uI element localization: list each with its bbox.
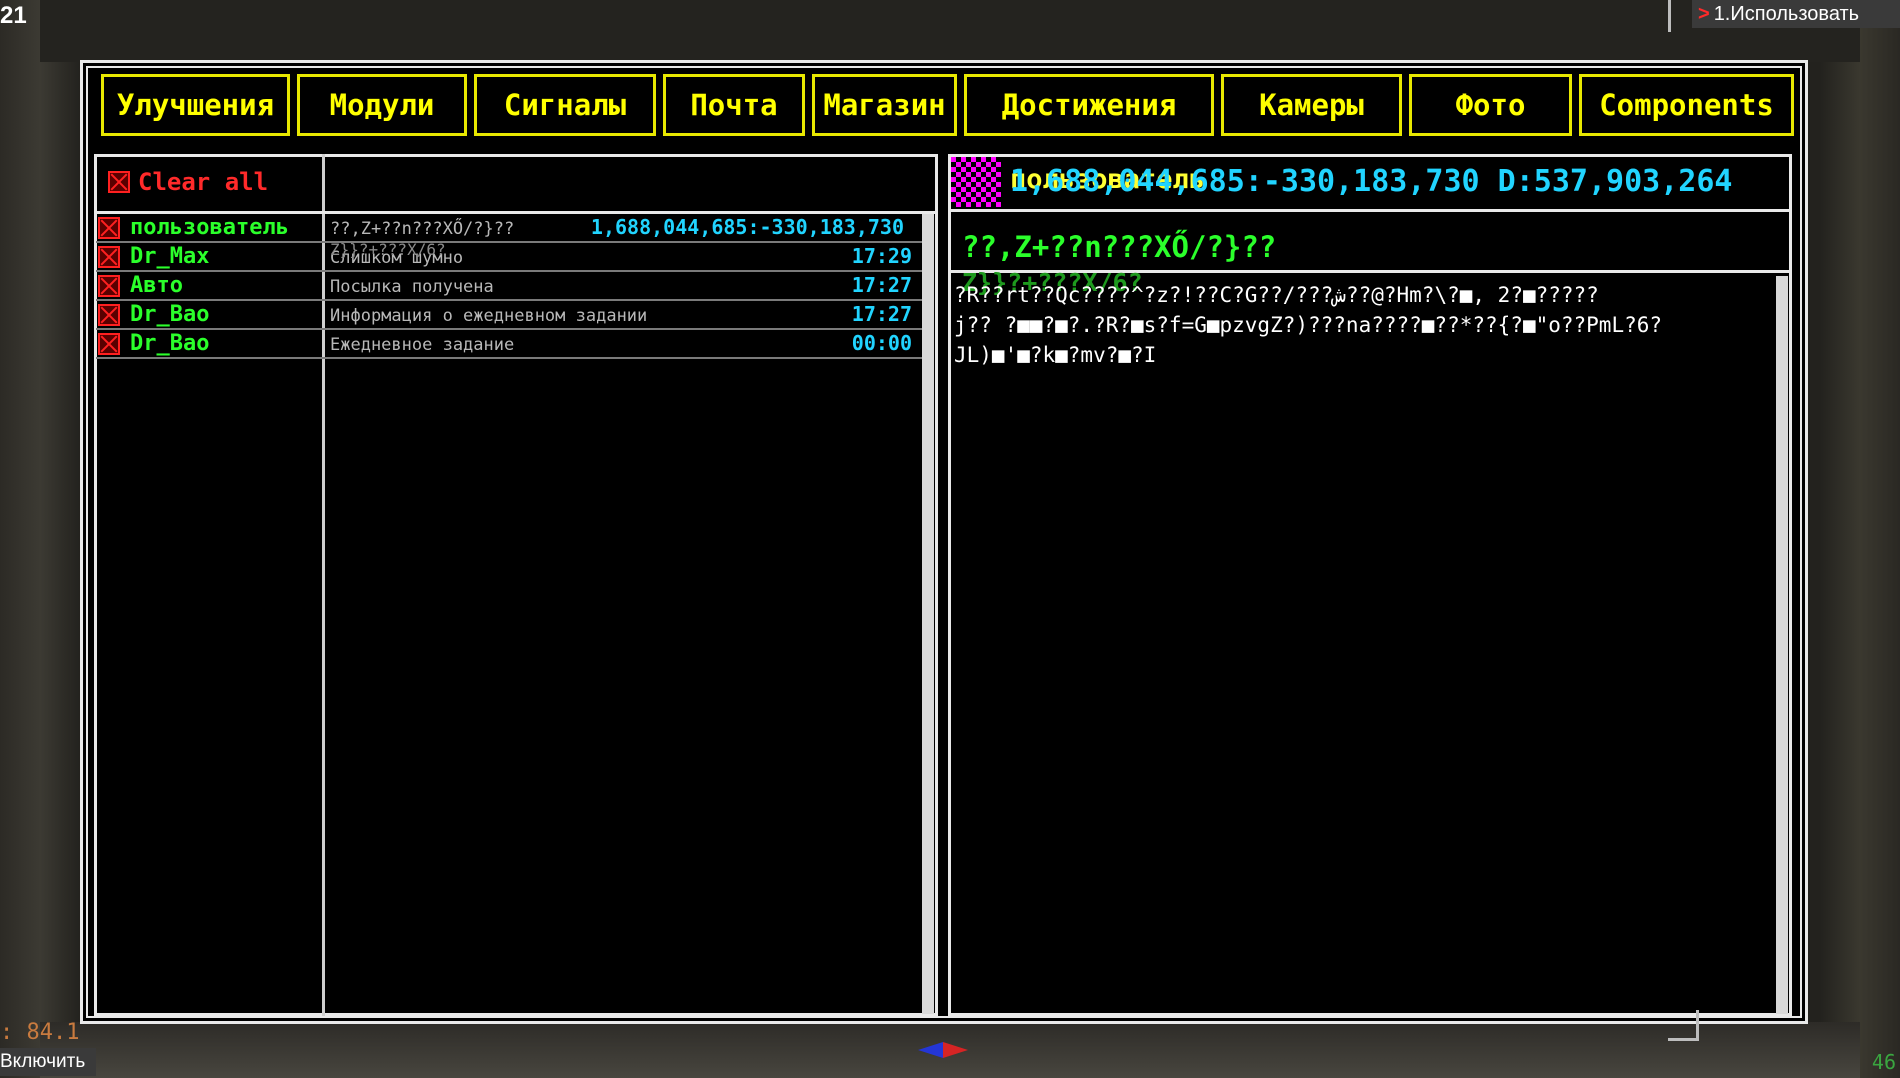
mail-row[interactable]: Dr_Bao Информация о ежедневном задании 1… [96,301,922,330]
sender-avatar [951,157,1001,207]
tab-components[interactable]: Components [1579,74,1794,136]
mail-subject: Ежедневное задание [330,335,515,355]
mail-time: 1,688,044,685:-330,183,730 [590,215,904,239]
enable-action-hint[interactable]: Включить [0,1048,96,1076]
tab-bar: Улучшения Модули Сигналы Почта Магазин Д… [101,74,1794,136]
delete-icon[interactable] [98,246,120,268]
tab-modules[interactable]: Модули [297,74,467,136]
mail-list: пользователь ??,Z+??n???XŐ/?}?? 1,688,04… [96,214,922,359]
mail-subject: Посылка получена [330,277,494,297]
mail-row[interactable]: пользователь ??,Z+??n???XŐ/?}?? 1,688,04… [96,214,922,243]
mail-sender: пользователь [130,215,289,240]
body-line: j?? ?■■?■?.?R?■s?f=G■pzvgZ?)???na????■??… [954,313,1663,337]
crosshair-bracket [1668,0,1699,32]
chevron-right-icon: > [1698,3,1710,25]
detail-header-divider [948,209,1792,212]
mail-subject: ??,Z+??n???XŐ/?}?? [330,219,515,239]
tab-achievements[interactable]: Достижения [964,74,1214,136]
tab-upgrades[interactable]: Улучшения [101,74,290,136]
tab-signals[interactable]: Сигналы [474,74,656,136]
close-icon [108,171,130,193]
mail-row[interactable]: Dr_Max Слишком шумно 17:29 [96,243,922,272]
mail-row[interactable]: Авто Посылка получена 17:27 [96,272,922,301]
detail-subject: ??,Z+??n???XŐ/?}?? [962,230,1277,264]
hud-fps: 46 [1871,1050,1896,1074]
delete-icon[interactable] [98,333,120,355]
crosshair-bracket [1668,1010,1699,1041]
mail-sender: Авто [130,273,183,298]
message-scrollbar[interactable] [1776,276,1788,1014]
compass-icon [918,1042,968,1058]
use-action-hint[interactable]: >1.Использовать [1692,0,1900,28]
tab-shop[interactable]: Магазин [812,74,957,136]
hud-counter: 21 [0,2,27,29]
body-line: ?R??rt??Qc????^?z?!??C?G??/???ش??@?Hm?\?… [954,283,1599,307]
use-action-label: 1.Использовать [1713,3,1860,25]
mail-time: 00:00 [851,331,912,355]
hud-value: : 84.1 [0,1020,80,1045]
delete-icon[interactable] [98,275,120,297]
tab-photo[interactable]: Фото [1409,74,1572,136]
mail-time: 17:27 [851,302,912,326]
mail-subject: Информация о ежедневном задании [330,306,648,326]
mail-sender: Dr_Max [130,244,210,269]
mail-time: 17:27 [851,273,912,297]
mail-time: 17:29 [851,244,912,268]
mail-sender: Dr_Bao [130,302,210,327]
tab-cameras[interactable]: Камеры [1221,74,1402,136]
delete-icon[interactable] [98,217,120,239]
mail-sender: Dr_Bao [130,331,210,356]
mail-list-scrollbar[interactable] [922,214,934,1014]
monitor-frame-top [40,0,1860,62]
tab-mail[interactable]: Почта [663,74,805,136]
delete-icon[interactable] [98,304,120,326]
overlapping-ghost-text: Z}}?+???X/6? [330,240,446,259]
body-line: JL)■'■?k■?mv?■?I [954,343,1157,367]
detail-coordinates: 1,688,044,685:-330,183,730 D:537,903,264 [1010,164,1733,199]
clear-all-button[interactable]: Clear all [108,167,268,197]
mail-row[interactable]: Dr_Bao Ежедневное задание 00:00 [96,330,922,359]
message-body: ?R??rt??Qc????^?z?!??C?G??/???ش??@?Hm?\?… [954,280,1766,370]
clear-all-label: Clear all [138,168,269,196]
